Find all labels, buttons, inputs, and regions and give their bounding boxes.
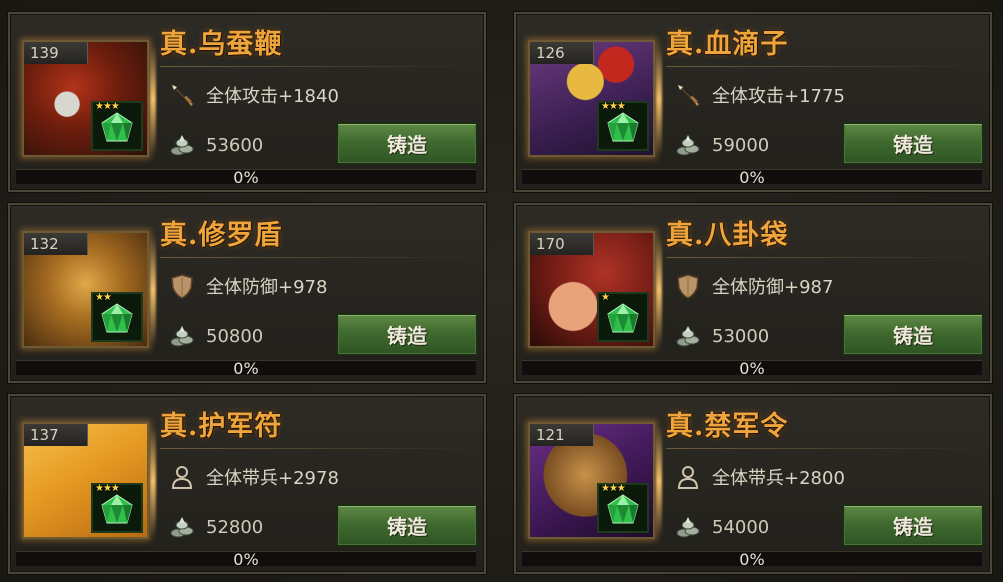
silver-icon [674,131,702,159]
item-name: 真.八卦袋 [666,220,789,251]
glow-divider [656,44,662,154]
item-name: 真.禁军令 [666,411,789,442]
item-level: 137 [24,424,88,446]
forge-button[interactable]: 铸造 [336,122,478,165]
silver-icon [168,513,196,541]
title-divider [666,257,982,258]
forge-item-card: 126 ★★★ 真.血滴子 全体攻击+1775 59000 铸造 0% [514,12,992,192]
title-divider [160,257,476,258]
cost-row: 52800 [168,512,328,542]
forge-item-card: 170 ★ 真.八卦袋 全体防御+987 53000 铸造 0% [514,203,992,383]
forge-button[interactable]: 铸造 [842,504,984,547]
shield-icon [168,272,196,300]
gem-badge: ★ [597,292,649,342]
forge-button[interactable]: 铸造 [842,313,984,356]
item-portrait[interactable]: 137 ★★★ [22,422,149,539]
stat-text: 全体攻击+1775 [712,86,845,107]
cost-row: 59000 [674,130,834,160]
progress-percent: 0% [739,168,765,187]
stat-text: 全体防御+978 [206,277,328,298]
forge-button[interactable]: 铸造 [336,313,478,356]
progress-bar: 0% [522,550,982,569]
progress-bar: 0% [16,168,476,187]
forge-panel: 139 ★★★ 真.乌蚕鞭 全体攻击+1840 53600 铸造 0% 126 … [0,0,1003,582]
silver-icon [674,513,702,541]
glow-divider [656,426,662,536]
progress-bar: 0% [522,359,982,378]
item-level: 139 [24,42,88,64]
progress-percent: 0% [233,359,259,378]
title-divider [160,66,476,67]
shield-icon [674,272,702,300]
stat-text: 全体防御+987 [712,277,834,298]
forge-button[interactable]: 铸造 [336,504,478,547]
item-name: 真.护军符 [160,411,283,442]
cost-row: 50800 [168,321,328,351]
glow-divider [150,44,156,154]
forge-item-card: 121 ★★★ 真.禁军令 全体带兵+2800 54000 铸造 0% [514,394,992,574]
item-level: 170 [530,233,594,255]
sword-icon [168,81,196,109]
cost-value: 54000 [712,516,770,538]
progress-percent: 0% [739,550,765,569]
progress-bar: 0% [522,168,982,187]
glow-divider [656,235,662,345]
item-name: 真.血滴子 [666,29,789,60]
glow-divider [150,235,156,345]
forge-item-card: 137 ★★★ 真.护军符 全体带兵+2978 52800 铸造 0% [8,394,486,574]
stat-row: 全体攻击+1840 [168,80,468,110]
glow-divider [150,426,156,536]
cost-row: 54000 [674,512,834,542]
cost-row: 53600 [168,130,328,160]
forge-item-card: 139 ★★★ 真.乌蚕鞭 全体攻击+1840 53600 铸造 0% [8,12,486,192]
progress-bar: 0% [16,550,476,569]
stat-row: 全体攻击+1775 [674,80,974,110]
item-portrait[interactable]: 139 ★★★ [22,40,149,157]
gem-badge: ★★★ [597,483,649,533]
cost-value: 53000 [712,325,770,347]
item-name: 真.修罗盾 [160,220,283,251]
gem-badge: ★★★ [91,101,143,151]
silver-icon [674,322,702,350]
stat-row: 全体带兵+2978 [168,462,468,492]
progress-percent: 0% [233,550,259,569]
cost-value: 53600 [206,134,264,156]
item-portrait[interactable]: 132 ★★ [22,231,149,348]
progress-percent: 0% [739,359,765,378]
progress-percent: 0% [233,168,259,187]
item-portrait[interactable]: 170 ★ [528,231,655,348]
item-portrait[interactable]: 126 ★★★ [528,40,655,157]
silver-icon [168,131,196,159]
item-level: 132 [24,233,88,255]
stat-text: 全体攻击+1840 [206,86,339,107]
gem-badge: ★★★ [597,101,649,151]
stat-row: 全体防御+978 [168,271,468,301]
forge-button[interactable]: 铸造 [842,122,984,165]
stat-row: 全体防御+987 [674,271,974,301]
gem-badge: ★★★ [91,483,143,533]
stat-text: 全体带兵+2800 [712,468,845,489]
silver-icon [168,322,196,350]
stat-row: 全体带兵+2800 [674,462,974,492]
person-icon [674,463,702,491]
cost-row: 53000 [674,321,834,351]
cost-value: 59000 [712,134,770,156]
cost-value: 50800 [206,325,264,347]
title-divider [666,448,982,449]
title-divider [666,66,982,67]
item-level: 121 [530,424,594,446]
title-divider [160,448,476,449]
sword-icon [674,81,702,109]
item-portrait[interactable]: 121 ★★★ [528,422,655,539]
stat-text: 全体带兵+2978 [206,468,339,489]
progress-bar: 0% [16,359,476,378]
person-icon [168,463,196,491]
item-level: 126 [530,42,594,64]
item-name: 真.乌蚕鞭 [160,29,283,60]
gem-badge: ★★ [91,292,143,342]
forge-item-card: 132 ★★ 真.修罗盾 全体防御+978 50800 铸造 0% [8,203,486,383]
cost-value: 52800 [206,516,264,538]
